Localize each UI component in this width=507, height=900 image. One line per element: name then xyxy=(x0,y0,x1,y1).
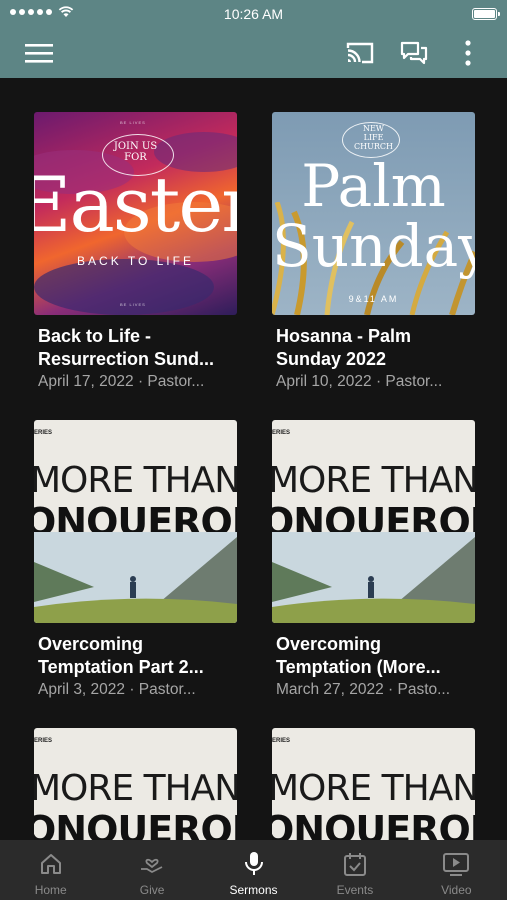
easter-top-small-text: BE LIVES xyxy=(120,120,146,125)
tab-give[interactable]: Give xyxy=(101,840,202,900)
menu-button[interactable] xyxy=(21,36,57,70)
sermon-card[interactable]: NEW LIFE CHURCH Palm Sunday 9&11 AM Hosa… xyxy=(272,112,475,393)
bottom-tab-bar: Home Give Sermons Events Video xyxy=(0,840,507,900)
sermon-thumbnail: NEW LIFE CHURCH Palm Sunday 9&11 AM xyxy=(272,112,475,315)
sermon-title: Back to Life - Resurrection Sund... xyxy=(38,326,215,369)
home-icon xyxy=(40,854,61,874)
sermon-title: Overcoming Temptation (More... xyxy=(276,634,441,677)
sermon-title: Hosanna - Palm Sunday 2022 xyxy=(276,326,412,369)
app-bar xyxy=(0,28,507,78)
mountain-scene-art xyxy=(272,532,475,623)
series-title-line1: MORE THAN xyxy=(272,768,475,809)
video-icon xyxy=(443,853,470,876)
palm-service-times: 9&11 AM xyxy=(348,294,399,304)
series-label: ERIES xyxy=(34,430,53,436)
cast-icon xyxy=(346,42,374,64)
tab-label: Give xyxy=(139,883,165,897)
sermon-thumbnail: ERIES MORE THAN ONQUEROR xyxy=(272,728,475,840)
tab-label: Sermons xyxy=(229,883,278,897)
tab-video[interactable]: Video xyxy=(406,840,507,900)
calendar-icon xyxy=(343,853,366,876)
series-title-line2: ONQUEROR xyxy=(272,808,475,840)
easter-title-art: Easter xyxy=(34,160,237,249)
sermon-thumbnail: ERIES MORE THAN ONQUEROR xyxy=(34,728,237,840)
palm-title-line1: Palm xyxy=(301,152,446,220)
signal-strength-icon xyxy=(10,9,52,15)
chat-button[interactable] xyxy=(396,36,432,70)
tab-events[interactable]: Events xyxy=(304,840,405,900)
series-label: ERIES xyxy=(272,430,291,436)
tab-label: Video xyxy=(441,883,472,897)
sermon-thumbnail: BE LIVES JOIN US FOR Easter BACK TO LIFE… xyxy=(34,112,237,315)
palm-church-logo: NEW LIFE CHURCH xyxy=(354,124,393,151)
sermon-meta: April 17, 2022 · Pastor... xyxy=(38,373,205,390)
signal-indicator xyxy=(10,6,74,18)
battery-icon xyxy=(472,8,500,20)
menu-icon xyxy=(25,44,53,63)
tab-sermons[interactable]: Sermons xyxy=(203,840,304,900)
sermon-title: Overcoming Temptation Part 2... xyxy=(38,634,204,677)
sermon-card[interactable]: ERIES MORE THAN ONQUEROR Overcoming Temp… xyxy=(34,420,237,701)
sermon-thumbnail: ERIES MORE THAN ONQUEROR xyxy=(34,420,237,623)
series-label: ERIES xyxy=(34,738,53,744)
sermon-thumbnail: ERIES MORE THAN ONQUEROR xyxy=(272,420,475,623)
series-title-line1: MORE THAN xyxy=(34,768,237,809)
wifi-icon xyxy=(58,6,74,17)
status-time: 10:26 AM xyxy=(223,6,284,22)
easter-subtitle-art: BACK TO LIFE xyxy=(77,254,194,268)
sermon-meta: April 10, 2022 · Pastor... xyxy=(276,373,443,390)
palm-title-line2: Sunday xyxy=(272,212,475,280)
sermon-card[interactable]: BE LIVES JOIN US FOR Easter BACK TO LIFE… xyxy=(34,112,237,393)
sermon-grid: BE LIVES JOIN US FOR Easter BACK TO LIFE… xyxy=(0,78,507,840)
sermon-meta: April 3, 2022 · Pastor... xyxy=(38,681,196,698)
tab-home[interactable]: Home xyxy=(0,840,101,900)
more-vert-icon xyxy=(465,40,471,66)
sermon-card[interactable]: ERIES MORE THAN ONQUEROR xyxy=(272,728,475,840)
give-icon xyxy=(141,858,163,873)
tab-label: Events xyxy=(336,883,374,897)
status-bar: 10:26 AM xyxy=(0,0,507,28)
microphone-icon xyxy=(244,852,263,875)
sermon-card[interactable]: ERIES MORE THAN ONQUEROR xyxy=(34,728,237,840)
mountain-scene-art xyxy=(34,532,237,623)
sermon-meta: March 27, 2022 · Pasto... xyxy=(276,681,451,698)
chat-icon xyxy=(400,41,428,65)
cast-button[interactable] xyxy=(342,36,378,70)
series-title-line1: MORE THAN xyxy=(272,460,475,501)
easter-bottom-small-text: BE LIVES xyxy=(120,302,146,307)
tab-label: Home xyxy=(34,883,67,897)
series-title-line2: ONQUEROR xyxy=(34,808,237,840)
more-options-button[interactable] xyxy=(450,36,486,70)
sermon-card[interactable]: ERIES MORE THAN ONQUEROR Overcoming Temp… xyxy=(272,420,475,701)
series-title-line1: MORE THAN xyxy=(34,460,237,501)
series-label: ERIES xyxy=(272,738,291,744)
